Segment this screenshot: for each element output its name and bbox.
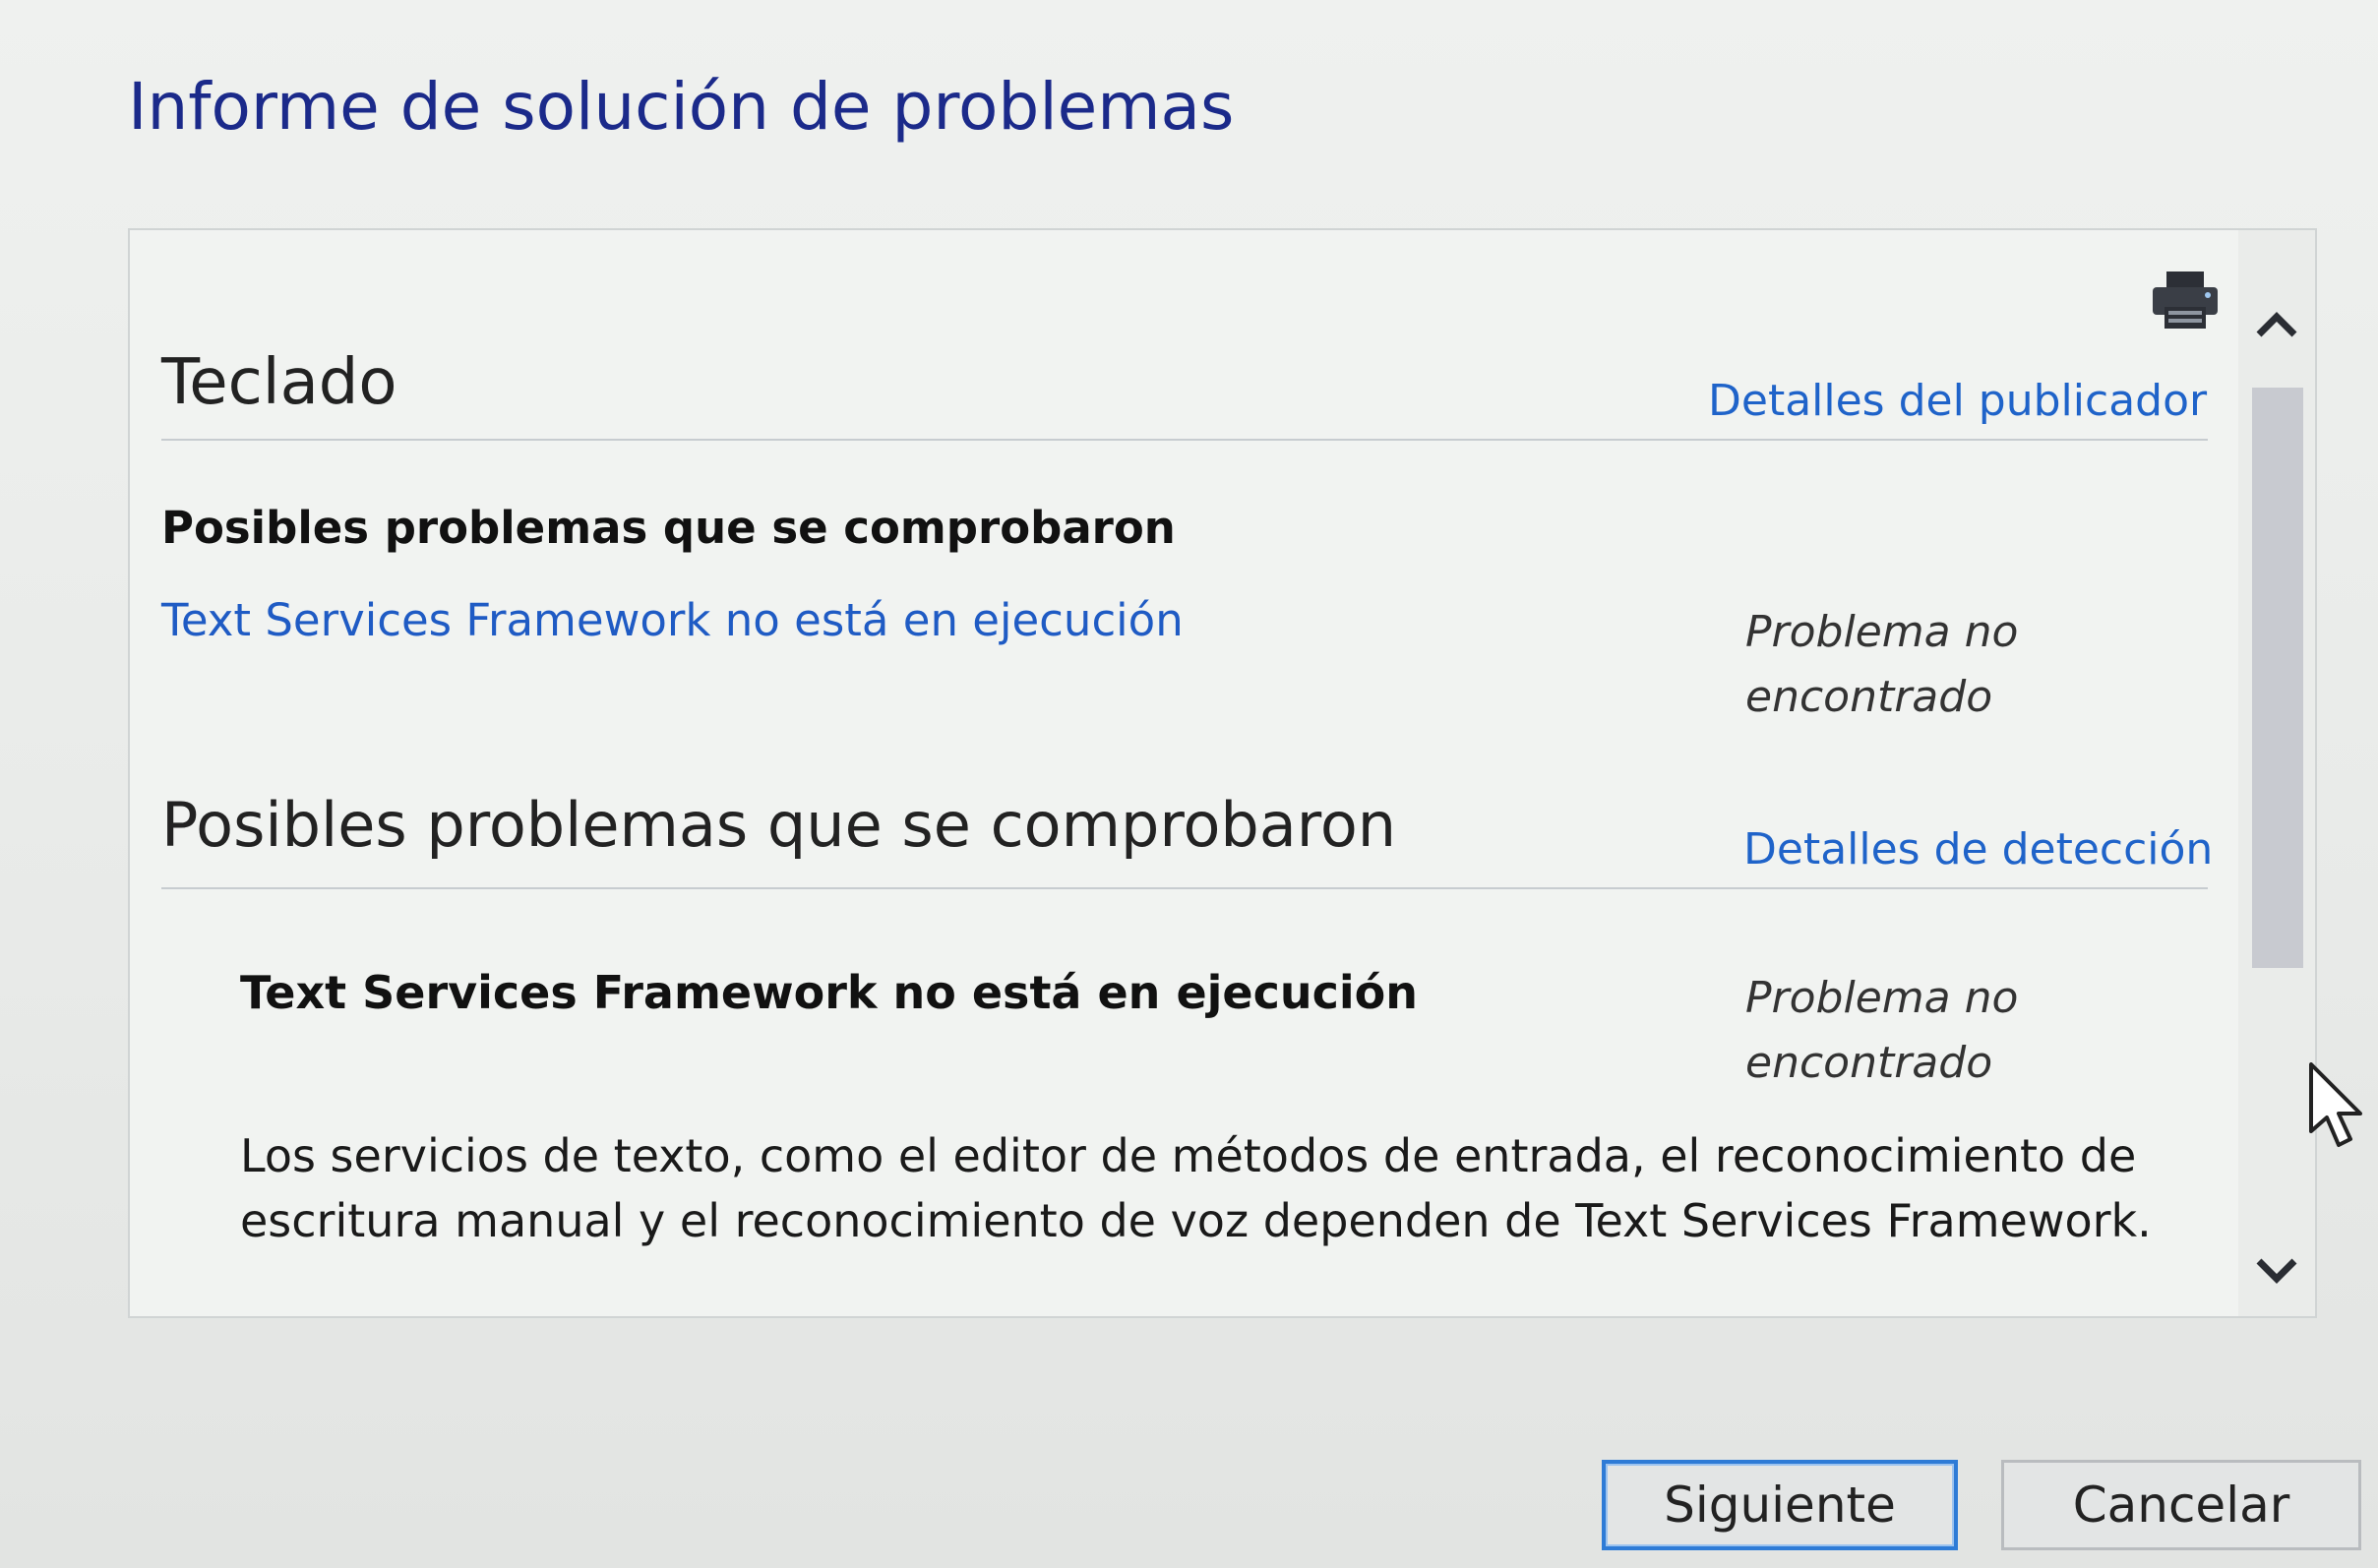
chevron-up-icon — [2256, 312, 2297, 337]
issue-link[interactable]: Text Services Framework no está en ejecu… — [161, 594, 1184, 646]
printer-icon[interactable] — [2149, 270, 2222, 331]
publisher-details-link[interactable]: Detalles del publicador — [1708, 376, 2207, 426]
next-button[interactable]: Siguiente — [1602, 1460, 1958, 1550]
scroll-up-button[interactable] — [2238, 289, 2315, 358]
detected-issue-title: Text Services Framework no está en ejecu… — [240, 966, 1419, 1019]
chevron-down-icon — [2256, 1258, 2297, 1284]
issue-description: Los servicios de texto, como el editor d… — [240, 1129, 2152, 1247]
checked-issues-heading: Posibles problemas que se comprobaron — [161, 502, 1176, 554]
scroll-down-button[interactable] — [2238, 1237, 2315, 1306]
scroll-thumb[interactable] — [2252, 388, 2303, 968]
package-title: Teclado — [161, 346, 397, 419]
section-divider — [161, 887, 2208, 889]
dialog-title: Informe de solución de problemas — [128, 69, 1235, 145]
issue-status: Problema no encontrado — [1745, 607, 2019, 722]
detected-issue-status: Problema no encontrado — [1745, 973, 2019, 1088]
section-divider — [161, 439, 2208, 441]
report-content: Teclado Detalles del publicador Posibles… — [130, 230, 2240, 1316]
troubleshooting-dialog: Informe de solución de problemas Teclado… — [0, 0, 2378, 1568]
cancel-button[interactable]: Cancelar — [2001, 1460, 2361, 1550]
vertical-scrollbar[interactable] — [2238, 230, 2315, 1316]
mouse-cursor-icon — [2309, 1062, 2362, 1147]
detection-title: Posibles problemas que se comprobaron — [161, 789, 1397, 861]
report-panel: Teclado Detalles del publicador Posibles… — [128, 228, 2317, 1318]
detection-details-link[interactable]: Detalles de detección — [1743, 824, 2213, 874]
